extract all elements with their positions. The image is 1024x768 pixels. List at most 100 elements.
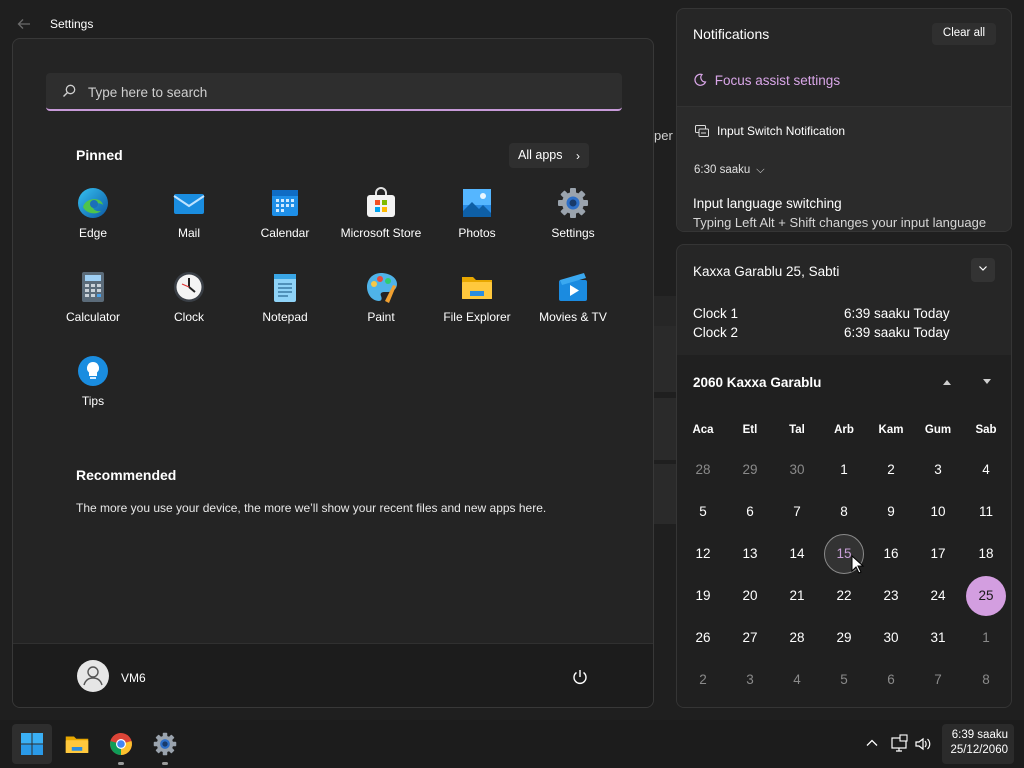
previous-month-button[interactable] [940,377,954,389]
calendar-panel: Kaxxa Garablu 25, Sabti Clock 1 6:39 saa… [676,244,1012,708]
pinned-app-mail[interactable]: Mail [141,181,237,257]
calendar-day[interactable]: 31 [918,618,958,658]
volume-icon [915,737,931,751]
pinned-app-movies-tv[interactable]: Movies & TV [525,265,621,341]
triangle-up-icon [943,380,951,385]
calendar-day[interactable]: 1 [824,450,864,490]
pinned-app-notepad[interactable]: Notepad [237,265,333,341]
clear-all-button[interactable]: Clear all [932,23,996,45]
calendar-day[interactable]: 2 [683,660,723,700]
pinned-app-tips[interactable]: Tips [45,349,141,425]
calendar-day[interactable]: 16 [871,534,911,574]
calendar-day[interactable]: 6 [871,660,911,700]
pinned-app-file-explorer[interactable]: File Explorer [429,265,525,341]
power-icon[interactable] [571,668,589,686]
recommended-title: Recommended [76,467,177,483]
app-label: Movies & TV [539,310,607,324]
calendar-day[interactable]: 29 [824,618,864,658]
calendar-day[interactable]: 30 [777,450,817,490]
taskbar-settings[interactable] [145,724,185,765]
calendar-day[interactable]: 3 [730,660,770,700]
lightbulb-icon [78,356,108,386]
settings-background-row [654,398,676,460]
search-input[interactable] [88,82,588,102]
calendar-day[interactable]: 1 [966,618,1006,658]
calendar-day[interactable]: 21 [777,576,817,616]
calendar-day[interactable]: 8 [824,492,864,532]
pinned-app-clock[interactable]: Clock [141,265,237,341]
calendar-day[interactable]: 17 [918,534,958,574]
user-avatar[interactable] [77,660,109,692]
calendar-icon [272,190,298,216]
calendar-day[interactable]: 27 [730,618,770,658]
clock-name: Clock 1 [693,306,739,321]
system-tray-icons[interactable] [890,734,936,754]
movies-icon [559,273,587,301]
taskbar-file-explorer[interactable] [57,724,97,764]
taskbar-chrome[interactable] [101,724,141,765]
calendar-day[interactable]: 24 [918,576,958,616]
calendar-day[interactable]: 4 [777,660,817,700]
calendar-day[interactable]: 14 [777,534,817,574]
pinned-app-calendar[interactable]: Calendar [237,181,333,257]
pinned-title: Pinned [76,147,123,163]
calendar-day[interactable]: 7 [777,492,817,532]
calendar-day[interactable]: 25 [966,576,1006,616]
start-menu: Pinned All apps › Edge Mail Calendar Mic… [12,38,654,708]
back-arrow-icon[interactable] [16,16,32,32]
calendar-day[interactable]: 2 [871,450,911,490]
pinned-app-settings[interactable]: Settings [525,181,621,257]
focus-assist-settings-link[interactable]: Focus assist settings [693,73,840,88]
pinned-app-photos[interactable]: Photos [429,181,525,257]
collapse-calendar-button[interactable] [971,258,995,282]
notification-card[interactable]: Input Switch Notification 6:30 saaku ⌵ In… [677,106,1011,231]
calendar-day[interactable]: 13 [730,534,770,574]
calendar-day[interactable]: 26 [683,618,723,658]
calendar-date-header: Kaxxa Garablu 25, Sabti [693,264,840,279]
pinned-app-calculator[interactable]: Calculator [45,265,141,341]
pinned-app-microsoft-store[interactable]: Microsoft Store [333,181,429,257]
start-footer: VM6 [13,643,653,707]
calendar-day[interactable]: 5 [683,492,723,532]
start-button[interactable] [12,724,52,764]
settings-background-row [654,326,676,392]
next-month-button[interactable] [980,377,994,389]
calendar-day[interactable]: 3 [918,450,958,490]
chevron-down-icon: ⌵ [756,164,765,176]
pinned-app-paint[interactable]: Paint [333,265,429,341]
calendar-day[interactable]: 20 [730,576,770,616]
app-label: Microsoft Store [340,226,422,240]
calendar-day[interactable]: 18 [966,534,1006,574]
edge-icon [78,188,108,218]
calendar-day[interactable]: 12 [683,534,723,574]
clock-date-button[interactable]: 6:39 saaku 25/12/2060 [942,724,1014,764]
calendar-day[interactable]: 23 [871,576,911,616]
calendar-day[interactable]: 28 [683,450,723,490]
notification-heading: Input language switching [693,196,842,211]
notepad-icon [274,274,296,302]
search-box[interactable] [46,73,622,111]
calendar-day[interactable]: 11 [966,492,1006,532]
show-hidden-icons-button[interactable] [864,735,880,751]
calendar-day[interactable]: 4 [966,450,1006,490]
calendar-day[interactable]: 30 [871,618,911,658]
calendar-day[interactable]: 6 [730,492,770,532]
calendar-day[interactable]: 19 [683,576,723,616]
calendar-day[interactable]: 22 [824,576,864,616]
calendar-day[interactable]: 7 [918,660,958,700]
running-indicator [118,762,124,765]
all-apps-button[interactable]: All apps › [509,143,589,168]
user-name[interactable]: VM6 [121,671,146,685]
calendar-day[interactable]: 29 [730,450,770,490]
pinned-app-edge[interactable]: Edge [45,181,141,257]
calendar-day[interactable]: 10 [918,492,958,532]
weekday-label: Aca [692,424,714,436]
notification-time-toggle[interactable]: 6:30 saaku ⌵ [694,164,765,177]
calendar-day[interactable]: 5 [824,660,864,700]
clock-name: Clock 2 [693,325,739,340]
calendar-day[interactable]: 9 [871,492,911,532]
month-title[interactable]: 2060 Kaxxa Garablu [693,375,821,390]
calendar-day[interactable]: 28 [777,618,817,658]
calendar-day[interactable]: 8 [966,660,1006,700]
search-icon [63,84,76,97]
